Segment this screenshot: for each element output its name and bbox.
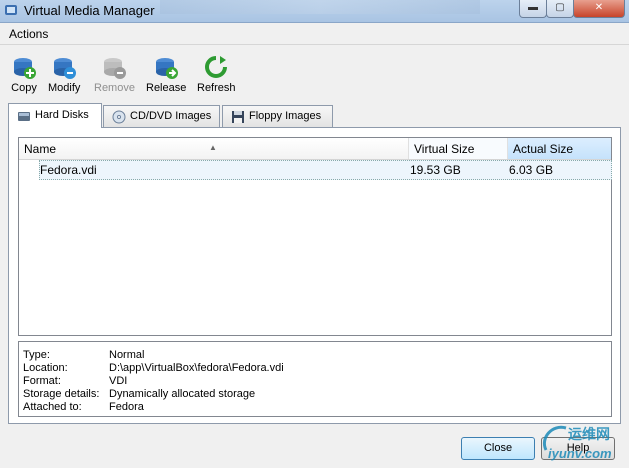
detail-location-label: Location: <box>23 362 68 374</box>
menu-actions[interactable]: Actions <box>9 27 48 41</box>
floppy-icon <box>232 111 244 123</box>
modify-disk-icon <box>54 58 77 79</box>
row-virtual-size: 19.53 GB <box>410 163 461 177</box>
watermark-top-text: 运维网 <box>568 426 610 442</box>
modify-label: Modify <box>48 82 81 94</box>
refresh-label: Refresh <box>197 82 236 94</box>
column-header-name-label: Name <box>24 142 57 156</box>
detail-format-value: VDI <box>109 375 128 387</box>
window-title: Virtual Media Manager <box>24 3 155 18</box>
column-header-actual-size[interactable]: Actual Size <box>508 138 611 159</box>
cd-dvd-icon <box>112 110 126 124</box>
maximize-button[interactable]: ▢ <box>546 0 574 18</box>
tab-cd-dvd-label: CD/DVD Images <box>130 110 212 122</box>
detail-format-label: Format: <box>23 375 61 387</box>
table-row[interactable]: Fedora.vdi 19.53 GB 6.03 GB <box>39 160 612 180</box>
remove-label: Remove <box>94 82 135 94</box>
column-header-name[interactable]: Name ▲ <box>19 138 409 159</box>
detail-storage-value: Dynamically allocated storage <box>109 388 256 400</box>
minimize-button[interactable]: ▬ <box>519 0 547 18</box>
copy-label: Copy <box>11 82 37 94</box>
sort-ascending-icon: ▲ <box>209 143 217 152</box>
close-window-button[interactable]: ✕ <box>573 0 625 18</box>
tab-hard-disks[interactable]: Hard Disks <box>8 103 102 128</box>
tab-hard-disks-label: Hard Disks <box>35 109 89 121</box>
row-name: Fedora.vdi <box>40 163 97 177</box>
refresh-icon <box>205 56 228 78</box>
hard-disk-icon <box>18 112 30 121</box>
details-pane: Type: Normal Location: D:\app\VirtualBox… <box>18 341 612 417</box>
remove-disk-icon <box>104 58 127 79</box>
copy-button[interactable]: Copy <box>11 54 37 94</box>
detail-type-value: Normal <box>109 349 145 361</box>
detail-attached-value: Fedora <box>109 401 144 413</box>
tab-floppy-images[interactable]: Floppy Images <box>222 105 333 127</box>
copy-disk-icon <box>14 58 36 79</box>
menu-bar: Actions <box>0 23 629 45</box>
tab-strip: Hard Disks CD/DVD Images Floppy Images <box>8 103 628 128</box>
release-disk-icon <box>156 58 179 79</box>
watermark: 运维网 iyunv.com <box>538 420 628 468</box>
release-button[interactable]: Release <box>146 54 186 94</box>
media-list: Name ▲ Virtual Size Actual Size Fedora.v… <box>18 137 612 336</box>
row-actual-size: 6.03 GB <box>509 163 554 177</box>
column-header-virtual-size[interactable]: Virtual Size <box>409 138 508 159</box>
toolbar: Copy Modify Remove Release Refresh <box>0 46 629 96</box>
list-header: Name ▲ Virtual Size Actual Size <box>19 138 611 160</box>
refresh-button[interactable]: Refresh <box>197 54 236 94</box>
detail-attached-label: Attached to: <box>23 401 82 413</box>
tab-cd-dvd-images[interactable]: CD/DVD Images <box>103 105 220 127</box>
modify-button[interactable]: Modify <box>48 54 80 94</box>
tab-floppy-label: Floppy Images <box>249 110 322 122</box>
close-button[interactable]: Close <box>461 437 535 460</box>
release-label: Release <box>146 82 187 94</box>
detail-type-label: Type: <box>23 349 50 361</box>
minimize-icon: ▬ <box>528 2 538 13</box>
watermark-bottom-text: iyunv.com <box>548 446 612 461</box>
background-blur <box>160 0 480 14</box>
title-bar: Virtual Media Manager ▬ ▢ ✕ <box>0 0 629 23</box>
close-icon: ✕ <box>594 2 604 13</box>
detail-location-value: D:\app\VirtualBox\fedora\Fedora.vdi <box>109 362 284 374</box>
detail-storage-label: Storage details: <box>23 388 100 400</box>
tab-panel-hard-disks: Name ▲ Virtual Size Actual Size Fedora.v… <box>8 127 621 424</box>
virtualbox-icon <box>5 5 17 15</box>
maximize-icon: ▢ <box>555 2 565 13</box>
remove-button[interactable]: Remove <box>94 54 135 94</box>
